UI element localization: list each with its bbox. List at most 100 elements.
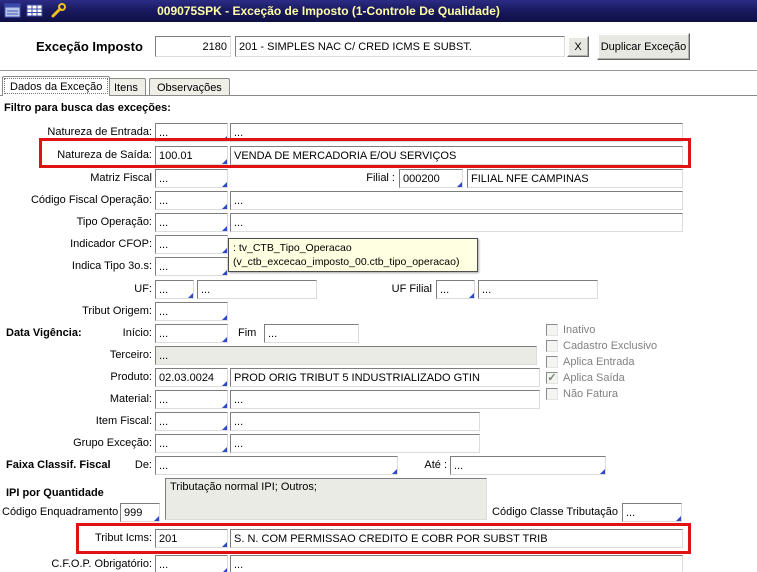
- uf-code-field[interactable]: ...: [155, 280, 194, 299]
- checkbox-aplica-saida-label: Aplica Saída: [563, 372, 625, 384]
- tab-observacoes[interactable]: Observações: [149, 78, 230, 96]
- header-divider: [0, 70, 757, 74]
- clear-button[interactable]: X: [567, 36, 589, 57]
- lookup-indicator-icon: [222, 136, 227, 141]
- tab-dados-label: Dados da Exceção: [10, 81, 102, 93]
- material-code-field[interactable]: ...: [155, 390, 228, 409]
- tribut-icms-label: Tribut Icms:: [2, 529, 152, 548]
- cfop-obrigatorio-desc-field[interactable]: ...: [230, 555, 683, 572]
- lookup-indicator-icon: [222, 568, 227, 572]
- natureza-entrada-code-field[interactable]: ...: [155, 123, 228, 142]
- exception-code-value: 2180: [203, 41, 227, 53]
- duplicate-exception-button[interactable]: Duplicar Exceção: [597, 33, 690, 60]
- lookup-indicator-icon: [222, 337, 227, 342]
- tab-itens-label: Itens: [114, 82, 138, 94]
- faixa-ate-field[interactable]: ...: [450, 456, 606, 475]
- natureza-entrada-desc-field[interactable]: ...: [230, 123, 683, 142]
- filial-code-field[interactable]: 000200: [399, 169, 463, 188]
- checkbox-inativo-box: [546, 324, 558, 336]
- faixa-ate-label: Até :: [413, 456, 447, 475]
- codigo-enquadramento-label: Código Enquadramento: [2, 503, 114, 522]
- ipi-section-label: IPI por Quantidade: [6, 484, 104, 503]
- uf-filial-code-value: ...: [440, 284, 449, 296]
- lookup-indicator-icon: [222, 226, 227, 231]
- indicador-cfop-code-field[interactable]: ...: [155, 235, 228, 254]
- checkbox-inativo[interactable]: Inativo: [546, 322, 595, 337]
- clear-button-label: X: [574, 41, 581, 53]
- codigo-enquadramento-field[interactable]: 999: [120, 503, 160, 522]
- filial-label: Filial :: [330, 169, 395, 188]
- terceiro-field[interactable]: ...: [155, 346, 537, 365]
- uf-label: UF:: [2, 280, 152, 299]
- ipi-quantidade-field[interactable]: Tributação normal IPI; Outros;: [165, 478, 487, 520]
- uf-desc-field[interactable]: ...: [197, 280, 317, 299]
- inicio-date-field[interactable]: ...: [155, 324, 228, 343]
- tipo-operacao-desc-field[interactable]: ...: [230, 213, 683, 232]
- codigo-fiscal-operacao-desc-field[interactable]: ...: [230, 191, 683, 210]
- checkbox-aplica-saida-mark: ✓: [547, 373, 556, 383]
- grupo-excecao-desc-field[interactable]: ...: [230, 434, 480, 453]
- uf-code-value: ...: [159, 284, 168, 296]
- exception-code-field[interactable]: 2180: [155, 36, 231, 57]
- tribut-icms-desc-field[interactable]: S. N. COM PERMISSAO CREDITO E COBR POR S…: [230, 529, 683, 548]
- lookup-indicator-icon: [154, 516, 159, 521]
- grupo-excecao-code-field[interactable]: ...: [155, 434, 228, 453]
- produto-desc-field[interactable]: PROD ORIG TRIBUT 5 INDUSTRIALIZADO GTIN: [230, 368, 540, 387]
- tribut-icms-code-field[interactable]: 201: [155, 529, 228, 548]
- fim-label: Fim: [238, 324, 260, 343]
- lookup-indicator-icon: [222, 315, 227, 320]
- indicador-cfop-label: Indicador CFOP:: [2, 235, 152, 254]
- uf-filial-code-field[interactable]: ...: [436, 280, 475, 299]
- uf-filial-label: UF Filial: [350, 280, 432, 299]
- terceiro-label: Terceiro:: [2, 346, 152, 365]
- item-fiscal-code-value: ...: [159, 416, 168, 428]
- tribut-origem-code-field[interactable]: ...: [155, 302, 228, 321]
- checkbox-aplica-saida[interactable]: ✓ Aplica Saída: [546, 370, 625, 385]
- codigo-fiscal-operacao-code-field[interactable]: ...: [155, 191, 228, 210]
- fim-date-field[interactable]: ...: [264, 324, 359, 343]
- tab-itens[interactable]: Itens: [106, 78, 146, 96]
- faixa-de-field[interactable]: ...: [155, 456, 398, 475]
- codigo-enquadramento-value: 999: [124, 507, 142, 519]
- indica-tipo-3os-code-value: ...: [159, 261, 168, 273]
- matriz-fiscal-code-field[interactable]: ...: [155, 169, 228, 188]
- checkbox-inativo-label: Inativo: [563, 324, 595, 336]
- natureza-saida-label: Natureza de Saída:: [2, 146, 152, 165]
- checkbox-aplica-entrada[interactable]: Aplica Entrada: [546, 354, 635, 369]
- checkbox-aplica-entrada-label: Aplica Entrada: [563, 356, 635, 368]
- checkbox-cadastro-exclusivo-box: [546, 340, 558, 352]
- grid-icon[interactable]: [26, 3, 43, 18]
- lookup-indicator-icon: [457, 182, 462, 187]
- uf-filial-desc-field[interactable]: ...: [478, 280, 598, 299]
- lookup-indicator-icon: [222, 204, 227, 209]
- codigo-classe-tributacao-field[interactable]: ...: [622, 503, 682, 522]
- material-code-value: ...: [159, 394, 168, 406]
- tribut-origem-label: Tribut Origem:: [2, 302, 152, 321]
- indica-tipo-3os-code-field[interactable]: ...: [155, 257, 228, 276]
- natureza-saida-desc-field[interactable]: VENDA DE MERCADORIA E/OU SERVIÇOS: [230, 146, 683, 165]
- checkbox-cadastro-exclusivo[interactable]: Cadastro Exclusivo: [546, 338, 657, 353]
- checkbox-nao-fatura[interactable]: Não Fatura: [546, 386, 618, 401]
- filial-desc-field[interactable]: FILIAL NFE CAMPINAS: [467, 169, 683, 188]
- natureza-saida-code-field[interactable]: 100.01: [155, 146, 228, 165]
- checkbox-aplica-saida-box: ✓: [546, 372, 558, 384]
- material-desc-field[interactable]: ...: [230, 390, 540, 409]
- exception-desc-field[interactable]: 201 - SIMPLES NAC C/ CRED ICMS E SUBST.: [235, 36, 565, 57]
- inicio-label: Início:: [2, 324, 152, 343]
- grupo-excecao-code-value: ...: [159, 438, 168, 450]
- cfop-obrigatorio-code-field[interactable]: ...: [155, 555, 228, 572]
- filter-section-title: Filtro para busca das exceções:: [4, 102, 171, 114]
- tab-divider: [0, 95, 757, 96]
- header-label: Exceção Imposto: [36, 39, 143, 54]
- produto-code-field[interactable]: 02.03.0024: [155, 368, 228, 387]
- faixa-de-label: De:: [2, 456, 152, 475]
- tab-dados-da-excecao[interactable]: Dados da Exceção: [2, 76, 110, 96]
- tipo-operacao-code-field[interactable]: ...: [155, 213, 228, 232]
- item-fiscal-desc-field[interactable]: ...: [230, 412, 480, 431]
- indicador-cfop-code-value: ...: [159, 239, 168, 251]
- titlebar: 009075SPK - Exceção de Imposto (1-Contro…: [0, 0, 757, 22]
- form-icon[interactable]: [4, 3, 21, 18]
- checkbox-nao-fatura-label: Não Fatura: [563, 388, 618, 400]
- lookup-indicator-icon: [676, 516, 681, 521]
- item-fiscal-code-field[interactable]: ...: [155, 412, 228, 431]
